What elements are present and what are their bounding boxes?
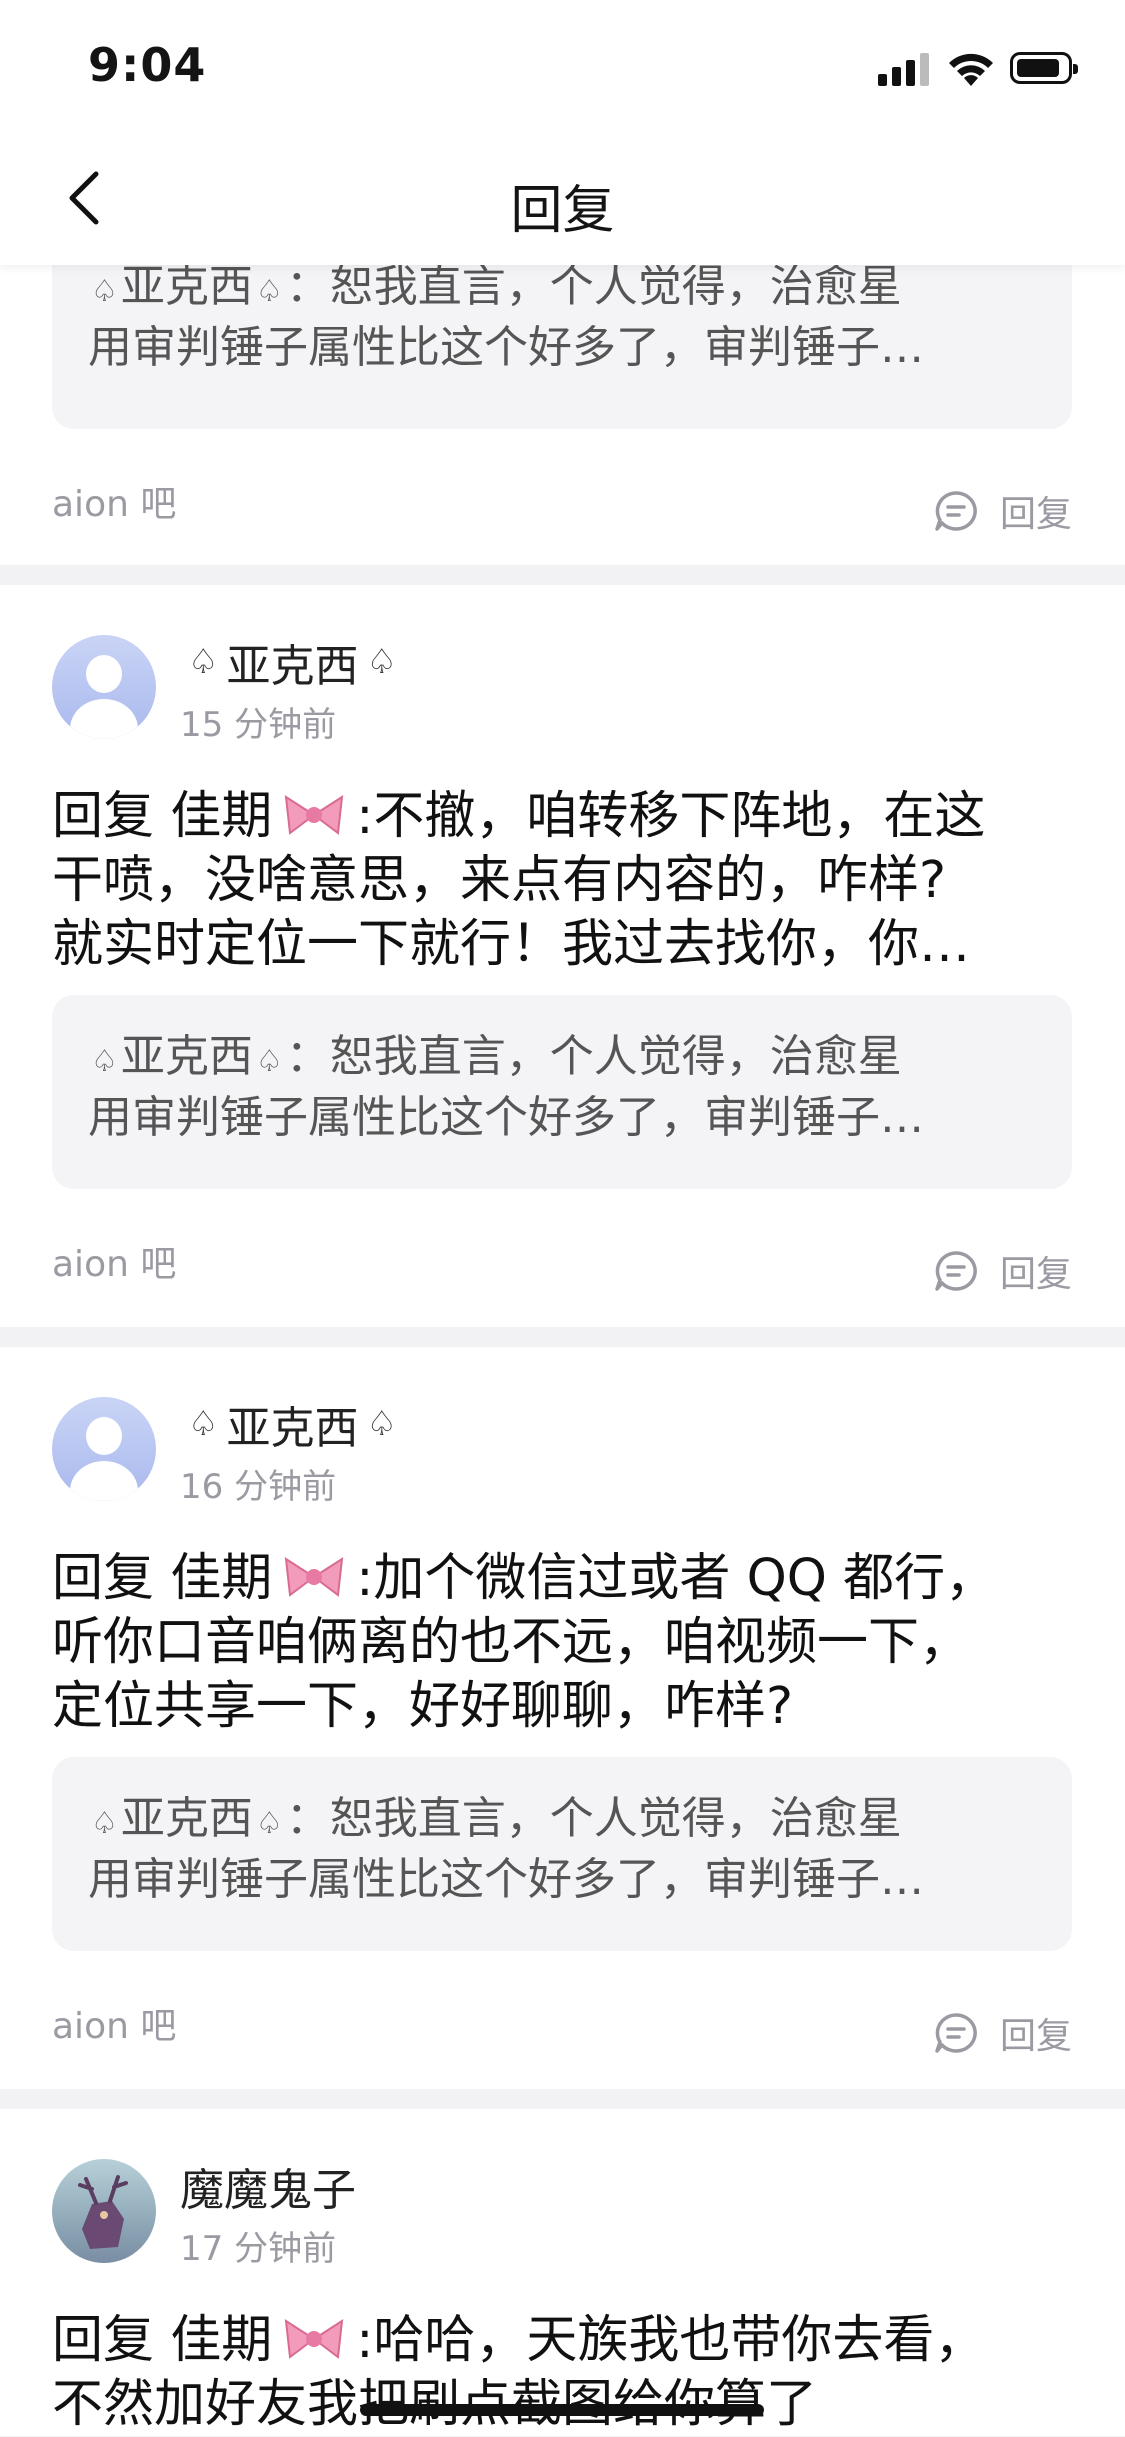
spade-icon: ♤	[366, 1404, 397, 1444]
username[interactable]: ♤ 亚克西 ♤	[180, 1392, 405, 1456]
reply-button[interactable]: 回复	[934, 485, 1072, 537]
forum-link[interactable]: aion 吧	[52, 1235, 176, 1287]
spade-icon: ♤	[255, 274, 283, 309]
reply-card: ♤ 亚克西 ♤ 16 分钟前 回复 佳期:加个微信过或者 QQ 都行， 听你口音咱俩…	[0, 1347, 1125, 2089]
spade-icon: ♤	[188, 1404, 219, 1444]
reply-card: ♤亚克西 ♤：恕我直言，个人觉得，治愈星 用审判锤子属性比这个好多了，审判锤子… …	[0, 225, 1125, 565]
wifi-icon	[949, 53, 993, 86]
bow-emoji-icon	[284, 2319, 344, 2359]
spade-icon: ♤	[188, 642, 219, 682]
username[interactable]: 魔魔鬼子	[180, 2154, 356, 2218]
avatar[interactable]	[52, 635, 156, 739]
forum-link[interactable]: aion 吧	[52, 475, 176, 527]
battery-icon	[1010, 52, 1078, 84]
bow-emoji-icon	[284, 795, 344, 835]
spade-icon: ♤	[91, 1044, 118, 1079]
reply-label: 回复	[1000, 494, 1073, 535]
cellular-signal-icon	[878, 52, 930, 86]
reply-content[interactable]: 回复 佳期:加个微信过或者 QQ 都行， 听你口音咱俩离的也不远，咱视频一下， …	[52, 1547, 1072, 1739]
quote-text-line1: ：恕我直言，个人觉得，治愈星	[285, 261, 902, 312]
spade-icon: ♤	[91, 274, 118, 309]
reply-content[interactable]: 回复 佳期:不撤，咱转移下阵地，在这 干喷，没啥意思，来点有内容的，咋样? 就实…	[52, 785, 1072, 977]
username[interactable]: ♤ 亚克西 ♤	[180, 630, 405, 694]
reply-card: ♤ 亚克西 ♤ 15 分钟前 回复 佳期:不撤，咱转移下阵地，在这 干喷，没啥意思，…	[0, 585, 1125, 1327]
reply-label: 回复	[1000, 1254, 1073, 1295]
page-title: 回复	[510, 181, 615, 241]
bow-emoji-icon	[284, 1557, 344, 1597]
spade-icon: ♤	[255, 1806, 283, 1841]
deer-avatar-icon	[78, 2175, 128, 2249]
comment-icon	[935, 491, 977, 531]
forum-link[interactable]: aion 吧	[52, 1997, 176, 2049]
post-time: 16 分钟前	[180, 1467, 337, 1507]
status-time: 9:04	[88, 38, 207, 92]
reply-button[interactable]: 回复	[934, 1245, 1072, 1297]
spade-icon: ♤	[255, 1044, 283, 1079]
reply-card: 魔魔鬼子 17 分钟前 回复 佳期:哈哈，天族我也带你去看， 不然加好友我把刷点…	[0, 2109, 1125, 2436]
comment-icon	[935, 2013, 977, 2053]
reply-content[interactable]: 回复 佳期:哈哈，天族我也带你去看， 不然加好友我把刷点截图给你算了	[52, 2309, 1072, 2437]
quote-user: 亚克西	[120, 261, 253, 312]
spade-icon: ♤	[91, 1806, 118, 1841]
quoted-comment[interactable]: ♤亚克西 ♤：恕我直言，个人觉得，治愈星 用审判锤子属性比这个好多了，审判锤子…	[52, 1757, 1072, 1951]
reply-label: 回复	[1000, 2016, 1073, 2057]
reply-button[interactable]: 回复	[934, 2007, 1072, 2059]
home-indicator[interactable]	[360, 2404, 764, 2416]
avatar[interactable]	[52, 2159, 156, 2263]
comment-icon	[935, 1251, 977, 1291]
avatar[interactable]	[52, 1397, 156, 1501]
post-time: 15 分钟前	[180, 705, 337, 745]
status-bar: 9:04	[0, 0, 1125, 130]
quoted-comment[interactable]: ♤亚克西 ♤：恕我直言，个人觉得，治愈星 用审判锤子属性比这个好多了，审判锤子…	[52, 995, 1072, 1189]
spade-icon: ♤	[366, 642, 397, 682]
quote-text-line2: 用审判锤子属性比这个好多了，审判锤子…	[88, 322, 924, 373]
nav-bar: 回复	[0, 130, 1125, 265]
post-time: 17 分钟前	[180, 2229, 337, 2269]
